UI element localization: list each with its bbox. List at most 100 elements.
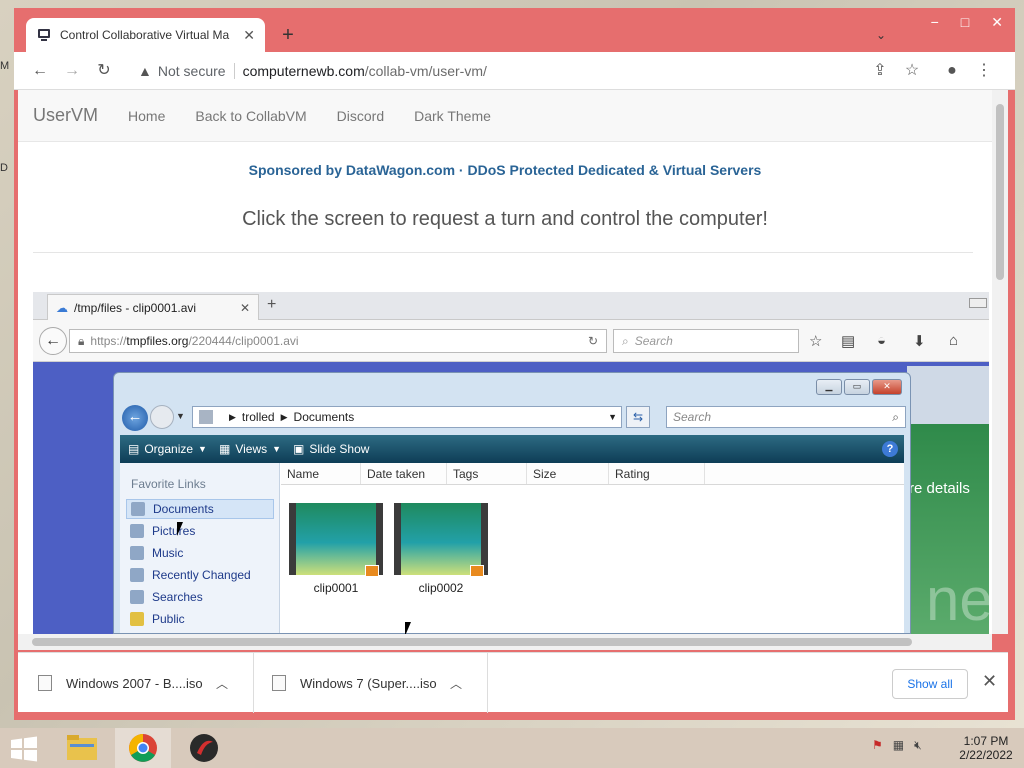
column-date-taken[interactable]: Date taken [361, 463, 447, 484]
hand-cursor-icon [177, 522, 183, 536]
menu-icon[interactable]: ⋮ [974, 61, 994, 81]
download-icon[interactable]: ⬇ [913, 332, 926, 350]
explorer-search-input[interactable]: Search ⌕ [666, 406, 906, 428]
site-brand[interactable]: UserVM [33, 105, 98, 126]
close-button[interactable]: ✕ [991, 14, 1003, 31]
vertical-scrollbar[interactable] [992, 90, 1008, 634]
reading-list-icon[interactable]: ▤ [841, 332, 855, 350]
favorite-pictures[interactable]: Pictures [126, 521, 274, 541]
reload-icon[interactable]: ↻ [588, 334, 598, 348]
lock-icon: 🔒︎ [78, 333, 85, 348]
sponsor-link[interactable]: Sponsored by DataWagon.com · DDoS Protec… [18, 162, 992, 178]
pocket-icon[interactable]: ◒ [877, 332, 886, 349]
vm-firefox-tab[interactable]: ☁ /tmp/files - clip0001.avi ✕ [47, 294, 259, 320]
breadcrumb-item[interactable]: Documents [294, 410, 355, 424]
file-explorer-taskbar-button[interactable] [54, 728, 110, 768]
download-item[interactable]: Windows 2007 - B....iso ︿ [18, 653, 254, 713]
maximize-button[interactable]: □ [961, 14, 969, 31]
close-button[interactable]: ✕ [872, 379, 902, 395]
new-tab-button[interactable]: + [276, 24, 300, 48]
clock-time: 1:07 PM [963, 734, 1009, 748]
home-icon[interactable]: ⌂ [949, 332, 958, 349]
action-center-flag-icon[interactable]: ⚑ [872, 738, 883, 753]
maximize-button[interactable]: ▭ [844, 379, 870, 395]
minimize-button[interactable]: − [931, 14, 939, 31]
slide-show-button[interactable]: ▣ Slide Show [293, 442, 369, 456]
favorite-documents[interactable]: Documents [126, 499, 274, 519]
taskbar-clock[interactable]: 1:07 PM 2/22/2022 [956, 734, 1016, 762]
bookmark-star-icon[interactable]: ☆ [902, 61, 922, 81]
back-arrow-icon[interactable]: ← [122, 405, 148, 431]
url-prefix: https:// [90, 334, 127, 348]
video-thumbnail[interactable] [289, 503, 383, 577]
favorite-music[interactable]: Music [126, 543, 274, 563]
favorite-public[interactable]: Public [126, 609, 274, 629]
windows-start-icon[interactable] [10, 736, 38, 762]
forward-arrow-icon[interactable]: → [62, 61, 82, 81]
app-taskbar-button[interactable] [176, 728, 232, 768]
column-size[interactable]: Size [527, 463, 609, 484]
minimize-button[interactable]: ▁ [816, 379, 842, 395]
favorite-searches[interactable]: Searches [126, 587, 274, 607]
horizontal-scrollbar[interactable] [18, 634, 992, 650]
public-folder-icon [130, 612, 144, 626]
reload-icon[interactable]: ↻ [94, 61, 114, 81]
close-tab-icon[interactable]: ✕ [243, 27, 255, 44]
chevron-right-icon[interactable]: ▶ [229, 412, 236, 423]
volume-muted-icon[interactable]: 🔇︎ [914, 738, 922, 753]
nav-dark-theme[interactable]: Dark Theme [414, 108, 491, 124]
forward-arrow-icon[interactable] [150, 405, 174, 429]
chevron-right-icon[interactable]: ▶ [281, 412, 288, 423]
history-dropdown-icon[interactable]: ▼ [176, 411, 185, 421]
vm-search-box[interactable]: ⌕ Search [613, 329, 799, 353]
address-bar[interactable]: ▲ Not secure computernewb.com /collab-vm… [128, 57, 988, 85]
search-placeholder: Search [634, 334, 673, 348]
documents-icon [131, 502, 145, 516]
profile-icon[interactable]: ● [942, 61, 962, 81]
tab-search-icon[interactable]: ⌄ [876, 28, 886, 42]
back-arrow-icon[interactable]: ← [39, 327, 67, 355]
chrome-taskbar-button[interactable] [115, 728, 171, 768]
column-rating[interactable]: Rating [609, 463, 705, 484]
vm-minimize-button[interactable] [969, 298, 987, 308]
favorite-label: Recently Changed [152, 568, 251, 582]
column-name[interactable]: Name [281, 463, 361, 484]
breadcrumb[interactable]: ▶ trolled ▶ Documents ▼ [192, 406, 622, 428]
download-item[interactable]: Windows 7 (Super....iso ︿ [252, 653, 488, 713]
file-label[interactable]: clip0002 [394, 581, 488, 595]
favorite-recently-changed[interactable]: Recently Changed [126, 565, 274, 585]
column-tags[interactable]: Tags [447, 463, 527, 484]
back-arrow-icon[interactable]: ← [30, 61, 50, 81]
file-label[interactable]: clip0001 [289, 581, 383, 595]
column-header: Name Date taken Tags Size Rating [281, 463, 904, 485]
nav-home[interactable]: Home [128, 108, 165, 124]
instruction-text: Click the screen to request a turn and c… [242, 208, 768, 230]
nav-discord[interactable]: Discord [337, 108, 384, 124]
share-icon[interactable]: ⇪ [870, 61, 890, 81]
close-tab-icon[interactable]: ✕ [240, 301, 250, 315]
vm-new-tab-button[interactable]: + [267, 296, 276, 314]
arrow-cursor-icon [405, 622, 411, 634]
network-icon[interactable]: ▦ [893, 738, 904, 753]
scrollbar-thumb[interactable] [996, 104, 1004, 280]
vm-screen[interactable]: ☁ /tmp/files - clip0001.avi ✕ + ← 🔒︎ htt… [33, 292, 989, 634]
vm-url-bar[interactable]: 🔒︎ https://tmpfiles.org/220444/clip0001.… [69, 329, 607, 353]
help-button[interactable]: ? [882, 441, 898, 457]
nav-back-to-collabvm[interactable]: Back to CollabVM [195, 108, 306, 124]
browser-tab[interactable]: Control Collaborative Virtual Ma ✕ [26, 18, 265, 52]
views-button[interactable]: ▦ Views ▼ [219, 442, 281, 456]
chevron-down-icon[interactable]: ▼ [608, 412, 617, 422]
close-icon[interactable]: ✕ [982, 671, 997, 692]
favorites-pane: Favorite Links Documents Pictures Music … [120, 463, 280, 633]
chevron-up-icon[interactable]: ︿ [216, 675, 228, 692]
more-details-text: re details [909, 480, 970, 497]
organize-button[interactable]: ▤ Organize ▼ [128, 442, 207, 456]
chevron-up-icon[interactable]: ︿ [450, 675, 462, 692]
searches-icon [130, 590, 144, 604]
show-all-button[interactable]: Show all [892, 669, 968, 699]
bookmark-star-icon[interactable]: ☆ [809, 332, 822, 350]
refresh-button[interactable]: ⇆ [626, 406, 650, 428]
scrollbar-thumb[interactable] [32, 638, 912, 646]
video-thumbnail[interactable] [394, 503, 488, 577]
breadcrumb-item[interactable]: trolled [242, 410, 275, 424]
